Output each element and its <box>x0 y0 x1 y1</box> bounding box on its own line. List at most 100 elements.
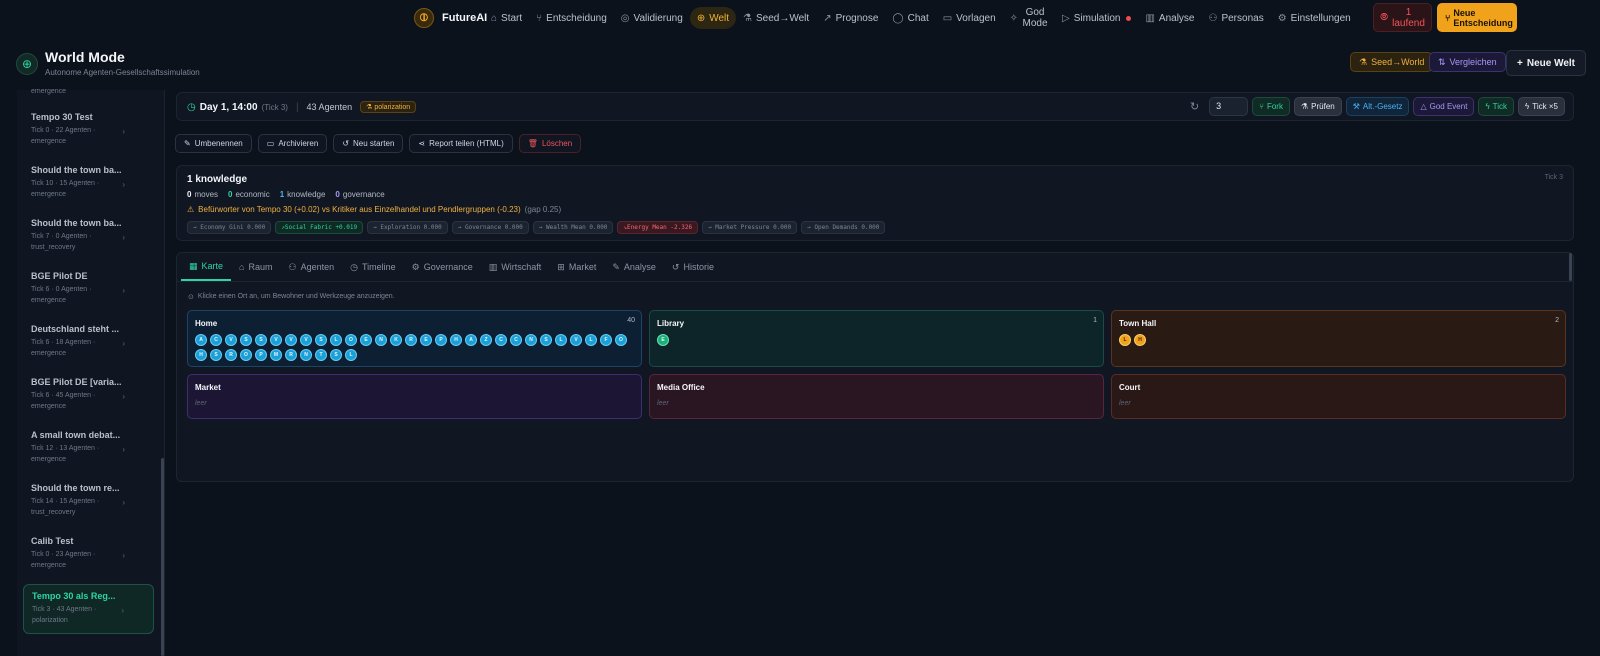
agent-avatar[interactable]: R <box>285 349 297 361</box>
agent-avatar[interactable]: C <box>210 334 222 346</box>
agent-avatar[interactable]: V <box>300 334 312 346</box>
agent-avatar[interactable]: K <box>390 334 402 346</box>
nav-item-seed-welt[interactable]: ⚗ Seed→Welt <box>736 7 816 29</box>
agent-avatar[interactable]: A <box>195 334 207 346</box>
agent-avatar[interactable]: O <box>240 349 252 361</box>
alt-law-button[interactable]: ⚒ Alt.-Gesetz <box>1345 97 1410 116</box>
nav-item-personas[interactable]: ⚇ Personas <box>1201 7 1270 29</box>
agent-avatar[interactable]: V <box>285 334 297 346</box>
nav-item-validierung[interactable]: ◎ Validierung <box>614 7 690 29</box>
nav-item-welt[interactable]: ⊕ Welt <box>689 7 737 29</box>
location-court[interactable]: Court leer <box>1111 374 1566 419</box>
tabs-scrollbar[interactable] <box>1569 253 1572 281</box>
tab-raum[interactable]: ⌂ Raum <box>231 253 280 281</box>
sidebar-world-item[interactable]: A small town debat... Tick 12 · 13 Agente… <box>23 424 154 474</box>
agent-avatar[interactable]: P <box>435 334 447 346</box>
location-library[interactable]: Library 1 E <box>649 310 1104 367</box>
agent-avatar[interactable]: N <box>525 334 537 346</box>
location-media-office[interactable]: Media Office leer <box>649 374 1104 419</box>
sidebar-world-item[interactable]: Tempo 30 Test Tick 0 · 22 Agenten · emerge… <box>23 106 154 156</box>
agent-avatar[interactable]: P <box>255 349 267 361</box>
agent-avatar[interactable]: N <box>375 334 387 346</box>
agent-avatar[interactable]: L <box>555 334 567 346</box>
agent-avatar[interactable]: S <box>315 334 327 346</box>
agent-avatar[interactable]: C <box>495 334 507 346</box>
running-indicator[interactable]: ⦾ 1 laufend <box>1373 3 1432 32</box>
nav-item-analyse[interactable]: ▥ Analyse <box>1138 7 1201 29</box>
agent-avatar[interactable]: S <box>255 334 267 346</box>
agent-avatar[interactable]: L <box>345 349 357 361</box>
nav-item-vorlagen[interactable]: ▭ Vorlagen <box>936 7 1003 29</box>
sidebar-world-item[interactable]: BGE Pilot DE [varia... Tick 6 · 45 Agente… <box>23 371 154 421</box>
agent-avatar[interactable]: T <box>315 349 327 361</box>
nav-item-start[interactable]: ⌂ Start <box>484 7 529 29</box>
agent-avatar[interactable]: R <box>225 349 237 361</box>
archive-button[interactable]: ▭ Archivieren <box>257 134 328 153</box>
agent-avatar[interactable]: Z <box>480 334 492 346</box>
sidebar-world-item[interactable]: Should the town ba... Tick 10 · 15 Agente… <box>23 159 154 209</box>
restart-button[interactable]: ↺ Neu starten <box>333 134 404 153</box>
rename-button[interactable]: ✎ Umbenennen <box>175 134 252 153</box>
agent-avatar[interactable]: E <box>420 334 432 346</box>
location-market[interactable]: Market leer <box>187 374 642 419</box>
agent-avatar[interactable]: F <box>600 334 612 346</box>
god-event-button[interactable]: △ God Event <box>1413 97 1475 116</box>
tick-x5-button[interactable]: ϟ Tick ×5 <box>1518 97 1565 116</box>
agent-avatar[interactable]: H <box>450 334 462 346</box>
tab-agenten[interactable]: ⚇ Agenten <box>280 253 342 281</box>
share-report-button[interactable]: ⋖ Report teilen (HTML) <box>409 134 513 153</box>
agent-avatar[interactable]: S <box>330 349 342 361</box>
seed-world-button[interactable]: ⚗ Seed→World <box>1350 52 1434 72</box>
agent-avatar[interactable]: E <box>360 334 372 346</box>
app-logo[interactable]: ⦶ FutureAI <box>414 8 487 28</box>
agent-avatar[interactable]: M <box>270 349 282 361</box>
delete-button[interactable]: 🗑 Löschen <box>518 134 582 153</box>
nav-item-simulation[interactable]: ▷ Simulation <box>1055 7 1138 29</box>
sidebar-scrollbar[interactable] <box>161 458 164 656</box>
tab-wirtschaft[interactable]: ▥ Wirtschaft <box>481 253 550 281</box>
agent-avatar[interactable]: N <box>300 349 312 361</box>
agent-avatar[interactable]: V <box>570 334 582 346</box>
agent-avatar[interactable]: S <box>540 334 552 346</box>
sidebar-world-item[interactable]: Should the town re... Tick 14 · 15 Agente… <box>23 477 154 527</box>
agent-avatar[interactable]: O <box>345 334 357 346</box>
fork-button[interactable]: ⑂ Fork <box>1252 97 1290 116</box>
tab-analyse[interactable]: ✎ Analyse <box>604 253 664 281</box>
agent-avatar[interactable]: V <box>270 334 282 346</box>
tab-timeline[interactable]: ◷ Timeline <box>342 253 404 281</box>
agent-avatar[interactable]: L <box>330 334 342 346</box>
agent-avatar[interactable]: H <box>1134 334 1146 346</box>
sidebar-world-item[interactable]: Deutschland steht ... Tick 6 · 18 Agenten… <box>23 318 154 368</box>
tab-karte[interactable]: ▦ Karte <box>181 253 232 281</box>
tab-market[interactable]: ⊞ Market <box>549 253 604 281</box>
agent-avatar[interactable]: H <box>195 349 207 361</box>
nav-item-prognose[interactable]: ↗ Prognose <box>816 7 885 29</box>
agent-avatar[interactable]: E <box>657 334 669 346</box>
nav-item-einstellungen[interactable]: ⚙ Einstellungen <box>1271 7 1358 29</box>
nav-item-entscheidung[interactable]: ⑂ Entscheidung <box>529 7 614 29</box>
agent-avatar[interactable]: S <box>210 349 222 361</box>
sidebar-world-item[interactable]: Tempo 30 als Reg... Tick 3 · 43 Agenten ·… <box>23 584 154 634</box>
tab-historie[interactable]: ↺ Historie <box>664 253 722 281</box>
new-world-button[interactable]: + Neue Welt <box>1506 50 1587 76</box>
location-home[interactable]: Home 40 ACVSSVVVSLOENKREPHAZCCNSLVLFOHSR… <box>187 310 642 367</box>
tick-count-input[interactable]: 3 <box>1209 97 1249 116</box>
new-decision-button[interactable]: ⑂ Neue Entscheidung <box>1437 3 1517 32</box>
agent-avatar[interactable]: C <box>510 334 522 346</box>
nav-item-god-mode[interactable]: ✧ God Mode <box>1003 7 1055 29</box>
sidebar-world-item[interactable]: BGE Pilot DE Tick 6 · 0 Agenten · emergenc… <box>23 265 154 315</box>
agent-avatar[interactable]: L <box>1119 334 1131 346</box>
nav-item-chat[interactable]: ◯ Chat <box>885 7 935 29</box>
agent-avatar[interactable]: L <box>585 334 597 346</box>
agent-avatar[interactable]: R <box>405 334 417 346</box>
refresh-icon[interactable]: ↻ <box>1190 100 1199 113</box>
agent-avatar[interactable]: A <box>465 334 477 346</box>
location-town-hall[interactable]: Town Hall 2 LH <box>1111 310 1566 367</box>
agent-avatar[interactable]: O <box>615 334 627 346</box>
tick-button[interactable]: ϟ Tick <box>1478 97 1515 116</box>
pruefen-button[interactable]: ⚗ Prüfen <box>1293 97 1342 116</box>
tab-governance[interactable]: ⚙ Governance <box>404 253 481 281</box>
sidebar-world-item[interactable]: Calib Test Tick 0 · 23 Agenten · emergence… <box>23 530 154 580</box>
agent-avatar[interactable]: S <box>240 334 252 346</box>
agent-avatar[interactable]: V <box>225 334 237 346</box>
